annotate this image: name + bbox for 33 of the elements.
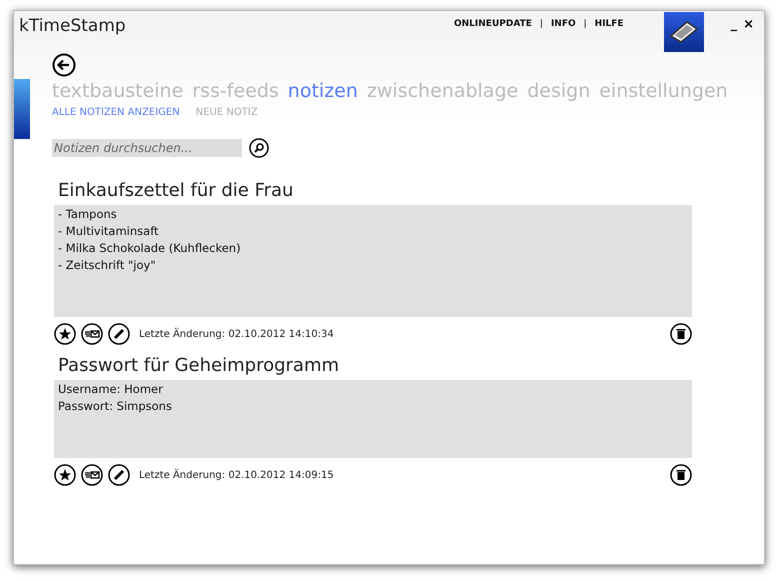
note-title: Passwort für Geheimprogramm xyxy=(57,354,340,378)
keyboard-icon xyxy=(668,20,699,44)
pencil-icon[interactable] xyxy=(108,323,130,345)
close-button[interactable]: × xyxy=(741,17,756,32)
back-button[interactable] xyxy=(52,53,76,77)
nav-tab[interactable]: einstellungen xyxy=(599,80,728,102)
link-separator: | xyxy=(584,19,587,29)
header-link[interactable]: INFO xyxy=(550,19,576,29)
note-text-area[interactable]: Username: Homer Passwort: Simpsons xyxy=(54,380,692,458)
pencil-icon[interactable] xyxy=(108,464,130,486)
header-link[interactable]: HILFE xyxy=(594,19,624,29)
email-icon[interactable] xyxy=(81,323,103,345)
trash-icon[interactable] xyxy=(670,323,692,345)
search-icon[interactable] xyxy=(249,138,269,158)
nav-tab[interactable]: zwischenablage xyxy=(366,80,518,102)
link-separator: | xyxy=(540,19,543,29)
window-title: kTimeStamp xyxy=(18,15,126,36)
last-modified-text: Letzte Änderung: 02.10.2012 14:09:15 xyxy=(139,470,334,480)
search-field[interactable]: Notizen durchsuchen... xyxy=(52,139,242,157)
header-link[interactable]: ONLINEUPDATE xyxy=(454,19,532,29)
accent-bar xyxy=(14,79,30,139)
sub-tab[interactable]: ALLE NOTIZEN ANZEIGEN xyxy=(52,107,180,118)
note-text-area[interactable]: - Tampons - Multivitaminsaft - Milka Schokolade (Kuhflecken) - Zeitschrift "joy" xyxy=(54,205,692,317)
email-icon[interactable] xyxy=(81,464,103,486)
nav-tab[interactable]: textbausteine xyxy=(52,80,184,102)
note-title: Einkaufszettel für die Frau xyxy=(57,179,294,203)
sub-tab[interactable]: NEUE NOTIZ xyxy=(196,107,258,118)
nav-tab[interactable]: notizen xyxy=(288,80,358,102)
trash-icon[interactable] xyxy=(670,464,692,486)
nav-tab[interactable]: design xyxy=(527,80,590,102)
nav-tab[interactable]: rss-feeds xyxy=(192,80,279,102)
minimize-button[interactable]: _ xyxy=(728,17,740,32)
last-modified-text: Letzte Änderung: 02.10.2012 14:10:34 xyxy=(139,328,334,340)
